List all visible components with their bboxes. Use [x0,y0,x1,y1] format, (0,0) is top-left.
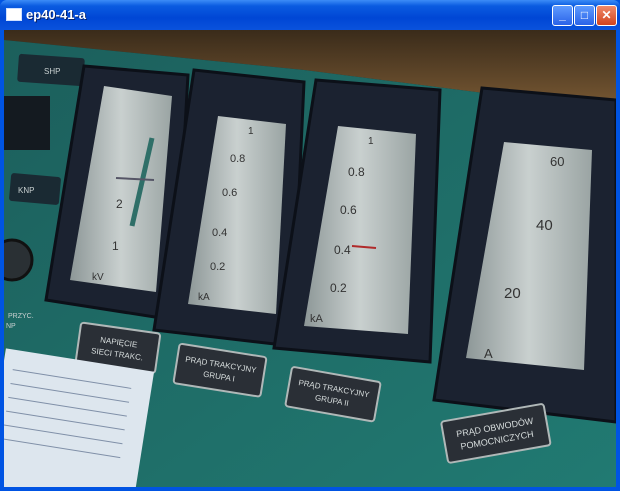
knp-label: KNP [18,186,34,195]
gauge-1-tick-1: 1 [112,239,119,253]
maximize-button[interactable]: □ [574,5,595,26]
gauge-3-unit: kA [310,313,324,325]
3d-cab-viewport[interactable]: SHP KNP PRZYC. NP 2 1 kV 1 0.8 0.6 0.4 0… [4,30,616,487]
gauge-1-unit: kV [92,272,104,283]
shp-label: SHP [44,67,60,76]
window-title: ep40-41-a [26,7,86,22]
gauge-1-tick-2: 2 [116,197,123,211]
gauge-3-tick-04: 0.4 [334,243,351,257]
gauge-2-tick-06: 0.6 [222,187,237,199]
window-icon [6,8,22,21]
gauge-4-tick-20: 20 [504,285,521,302]
gauge-2-tick-1: 1 [248,126,254,137]
gauge-3-tick-08: 0.8 [348,165,365,179]
np-label: NP [6,323,16,330]
title-bar[interactable]: ep40-41-a _ □ ✕ [0,0,620,30]
gauge-2-tick-02: 0.2 [210,261,225,273]
cab-panel-scene: SHP KNP PRZYC. NP 2 1 kV 1 0.8 0.6 0.4 0… [4,30,616,487]
gauge-2-tick-04: 0.4 [212,227,227,239]
rotary-knob [4,238,34,282]
gauge-3-tick-02: 0.2 [330,281,347,295]
gauge-4-tick-40: 40 [536,217,553,234]
paper-document [4,348,155,487]
small-display [4,96,50,150]
gauge-2-unit: kA [198,292,210,303]
gauge-4-tick-60: 60 [550,154,564,169]
gauge-2-tick-08: 0.8 [230,153,245,165]
gauge-4-unit: A [484,346,493,361]
przyc-label: PRZYC. [8,313,34,320]
application-window: ep40-41-a _ □ ✕ SHP KNP PRZYC. NP 2 1 kV… [0,0,620,491]
close-button[interactable]: ✕ [596,5,617,26]
gauge-3-tick-1: 1 [368,136,374,147]
gauge-3-tick-06: 0.6 [340,203,357,217]
minimize-button[interactable]: _ [552,5,573,26]
knp-indicator-frame [9,173,61,205]
